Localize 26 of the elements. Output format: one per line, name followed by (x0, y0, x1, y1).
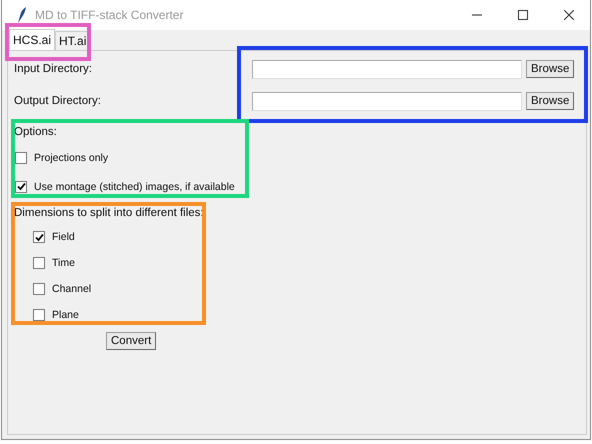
input-field[interactable] (252, 60, 522, 78)
checkbox-label: Channel (52, 283, 92, 295)
feather-icon (17, 7, 27, 23)
checkbox[interactable] (33, 257, 45, 269)
input-field[interactable] (252, 92, 522, 110)
maximize-icon[interactable] (518, 10, 528, 20)
field-label: Output Directory: (14, 95, 102, 107)
section-heading: Dimensions to split into different files: (14, 206, 205, 221)
tab[interactable]: HCS.ai (9, 29, 56, 50)
browse-button[interactable]: Browse (526, 92, 574, 110)
checkbox[interactable] (15, 180, 27, 192)
checkbox-label: Use montage (stitched) images, if available (34, 180, 235, 192)
checkbox-label: Field (52, 231, 75, 243)
checkbox-label: Plane (52, 309, 79, 321)
checkbox[interactable] (33, 309, 45, 321)
close-icon[interactable] (564, 10, 574, 20)
field-label: Input Directory: (14, 63, 93, 75)
checkbox-label: Projections only (34, 152, 108, 164)
checkbox[interactable] (33, 283, 45, 295)
convert-button[interactable]: Convert (106, 332, 156, 350)
browse-button[interactable]: Browse (526, 60, 574, 78)
checkbox[interactable] (33, 231, 45, 243)
checkbox[interactable] (15, 152, 27, 164)
checkbox-label: Time (52, 257, 75, 269)
window-title: MD to TIFF-stack Converter (35, 8, 184, 22)
section-heading: Options: (14, 125, 58, 140)
